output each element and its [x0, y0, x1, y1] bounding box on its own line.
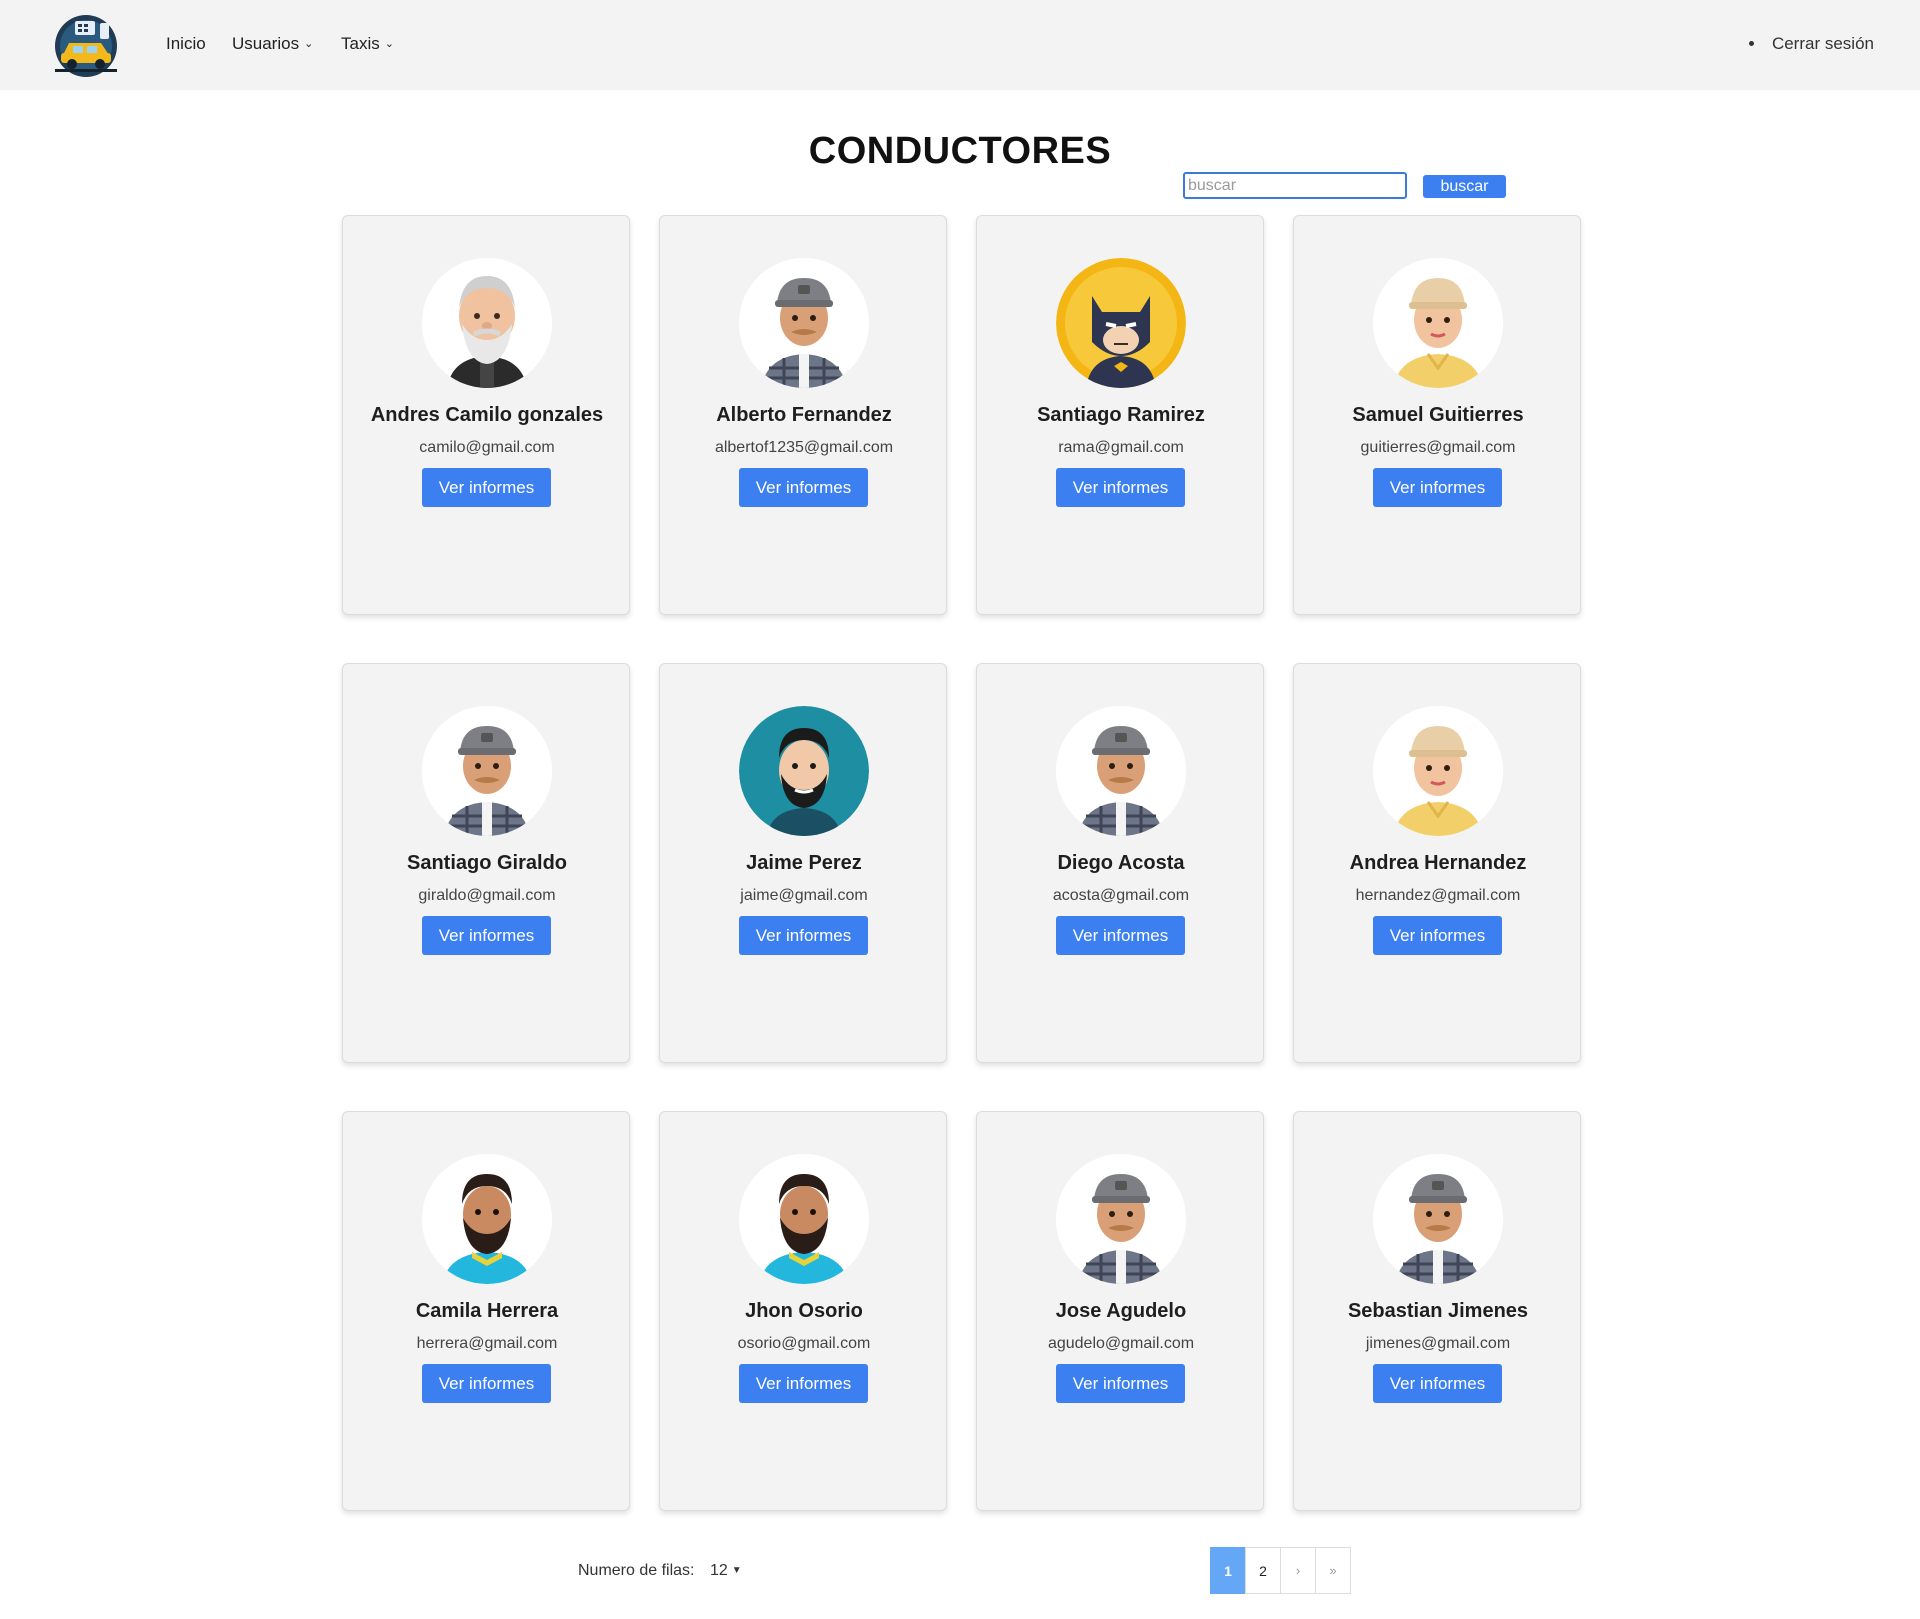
driver-email: hernandez@gmail.com: [1355, 887, 1521, 904]
driver-email: albertof1235@gmail.com: [714, 439, 894, 456]
bearded-man-avatar: [422, 1154, 552, 1284]
chevron-down-icon: ⌄: [304, 38, 314, 50]
cap-man-avatar: [1056, 706, 1186, 836]
driver-card: Jhon Osorio osorio@gmail.com Ver informes: [659, 1111, 947, 1511]
batman-avatar: [1056, 258, 1186, 388]
driver-card: Camila Herrera herrera@gmail.com Ver infor…: [342, 1111, 630, 1511]
next-page-button[interactable]: ›: [1280, 1547, 1316, 1594]
driver-email: guitierres@gmail.com: [1360, 439, 1516, 456]
driver-card: Jose Agudelo agudelo@gmail.com Ver informe…: [976, 1111, 1264, 1511]
old-man-avatar: [422, 258, 552, 388]
driver-email: jaime@gmail.com: [740, 887, 868, 904]
cap-woman-avatar: [1373, 706, 1503, 836]
nav-usuarios-dropdown[interactable]: Usuarios ⌄: [232, 34, 313, 54]
nav-taxis-dropdown[interactable]: Taxis ⌄: [341, 34, 394, 54]
navbar: Inicio Usuarios ⌄ Taxis ⌄ Cerrar sesión: [0, 0, 1920, 90]
driver-name: Andres Camilo gonzales: [370, 404, 604, 426]
driver-name: Jaime Perez: [746, 852, 862, 874]
logout-label: Cerrar sesión: [1771, 34, 1874, 53]
bullet-icon: [1748, 41, 1754, 46]
driver-name: Sebastian Jimenes: [1347, 1300, 1529, 1322]
cap-man-avatar: [739, 258, 869, 388]
ver-informes-button[interactable]: Ver informes: [1373, 1364, 1502, 1403]
ver-informes-button[interactable]: Ver informes: [1056, 1364, 1185, 1403]
ver-informes-button[interactable]: Ver informes: [422, 1364, 551, 1403]
page-title: CONDUCTORES: [808, 130, 1112, 172]
chevron-down-icon: ▼: [731, 1565, 742, 1576]
driver-email: agudelo@gmail.com: [1047, 1335, 1195, 1352]
ver-informes-button[interactable]: Ver informes: [422, 916, 551, 955]
driver-email: acosta@gmail.com: [1052, 887, 1190, 904]
page-2-button[interactable]: 2: [1245, 1547, 1281, 1594]
driver-email: rama@gmail.com: [1058, 439, 1184, 456]
nav-usuarios-label: Usuarios: [232, 34, 300, 53]
ver-informes-button[interactable]: Ver informes: [739, 1364, 868, 1403]
driver-card: Santiago Giraldo giraldo@gmail.com Ver inf…: [342, 663, 630, 1063]
ver-informes-button[interactable]: Ver informes: [1373, 916, 1502, 955]
ver-informes-button[interactable]: Ver informes: [739, 468, 868, 507]
driver-name: Santiago Giraldo: [406, 852, 568, 874]
driver-card: Diego Acosta acosta@gmail.com Ver informes: [976, 663, 1264, 1063]
ver-informes-button[interactable]: Ver informes: [1056, 468, 1185, 507]
driver-card: Andres Camilo gonzales camilo@gmail.com Ve…: [342, 215, 630, 615]
driver-name: Andrea Hernandez: [1349, 852, 1527, 874]
driver-name: Alberto Fernandez: [716, 404, 892, 426]
ver-informes-button[interactable]: Ver informes: [1373, 468, 1502, 507]
driver-card: Andrea Hernandez hernandez@gmail.com Ver i…: [1293, 663, 1581, 1063]
rows-per-page-select[interactable]: 12 ▼: [710, 1562, 742, 1580]
cap-man-avatar: [422, 706, 552, 836]
driver-name: Santiago Ramirez: [1037, 404, 1205, 426]
rows-per-page-label: Numero de filas:: [578, 1562, 695, 1579]
rows-per-page-value: 12: [710, 1562, 728, 1579]
bearded-man-teal-avatar: [739, 706, 869, 836]
cap-man-avatar: [1056, 1154, 1186, 1284]
taxi-logo-icon[interactable]: [51, 13, 121, 79]
driver-name: Samuel Guitierres: [1352, 404, 1524, 426]
cap-man-avatar: [1373, 1154, 1503, 1284]
pagination: 1 2 › »: [1210, 1547, 1351, 1594]
ver-informes-button[interactable]: Ver informes: [739, 916, 868, 955]
driver-name: Diego Acosta: [1057, 852, 1185, 874]
driver-name: Camila Herrera: [415, 1300, 559, 1322]
driver-email: giraldo@gmail.com: [418, 887, 556, 904]
driver-email: herrera@gmail.com: [416, 1335, 558, 1352]
search-input[interactable]: [1183, 172, 1407, 199]
driver-email: camilo@gmail.com: [419, 439, 555, 456]
last-page-button[interactable]: »: [1315, 1547, 1351, 1594]
driver-card: Sebastian Jimenes jimenes@gmail.com Ver in…: [1293, 1111, 1581, 1511]
nav-inicio-label: Inicio: [166, 34, 206, 53]
driver-card: Alberto Fernandez albertof1235@gmail.com V…: [659, 215, 947, 615]
search-button[interactable]: buscar: [1423, 175, 1506, 198]
driver-name: Jhon Osorio: [745, 1300, 863, 1322]
chevron-down-icon: ⌄: [384, 38, 394, 50]
driver-card: Santiago Ramirez rama@gmail.com Ver inform…: [976, 215, 1264, 615]
page-1-button[interactable]: 1: [1210, 1547, 1246, 1594]
bearded-man-avatar: [739, 1154, 869, 1284]
logout-link[interactable]: Cerrar sesión: [1748, 34, 1874, 54]
driver-email: osorio@gmail.com: [737, 1335, 871, 1352]
driver-card: Jaime Perez jaime@gmail.com Ver informes: [659, 663, 947, 1063]
nav-inicio[interactable]: Inicio: [166, 34, 206, 54]
driver-card: Samuel Guitierres guitierres@gmail.com Ver…: [1293, 215, 1581, 615]
cap-woman-avatar: [1373, 258, 1503, 388]
nav-taxis-label: Taxis: [341, 34, 380, 53]
driver-email: jimenes@gmail.com: [1365, 1335, 1511, 1352]
ver-informes-button[interactable]: Ver informes: [422, 468, 551, 507]
ver-informes-button[interactable]: Ver informes: [1056, 916, 1185, 955]
driver-name: Jose Agudelo: [1055, 1300, 1187, 1322]
